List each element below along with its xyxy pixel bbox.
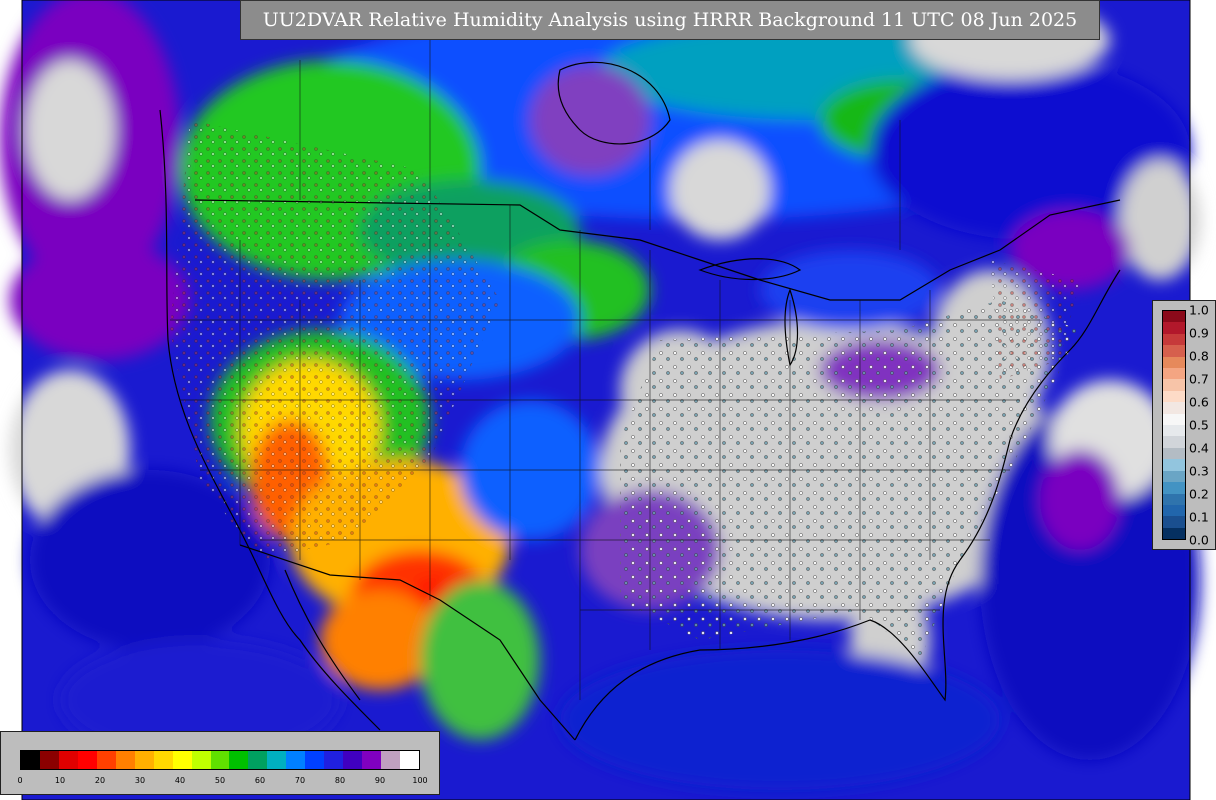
- rh-color-swatch: [324, 751, 344, 769]
- rh-color-swatch: [229, 751, 249, 769]
- rh-color-swatch: [191, 751, 211, 769]
- observation-tick-label: 1.0: [1189, 302, 1209, 318]
- observation-tick-label: 0.1: [1189, 509, 1209, 525]
- rh-color-swatch: [400, 751, 420, 769]
- map-canvas: [0, 0, 1216, 800]
- observation-tick-label: 0.0: [1189, 532, 1209, 548]
- observation-tick-label: 0.3: [1189, 463, 1209, 479]
- observation-color-swatch: [1163, 493, 1185, 505]
- rh-tick-label: 30: [134, 776, 146, 785]
- rh-color-swatch: [172, 751, 192, 769]
- observation-tick-label: 0.8: [1189, 348, 1209, 364]
- rh-color-swatch: [153, 751, 173, 769]
- observation-color-swatch: [1163, 470, 1185, 483]
- rh-color-swatch: [210, 751, 230, 769]
- observation-tick-label: 0.9: [1189, 325, 1209, 341]
- observation-color-swatch: [1163, 425, 1185, 437]
- observation-color-swatch: [1163, 527, 1185, 540]
- rh-color-swatch: [39, 751, 59, 769]
- rh-tick-label: 100: [412, 776, 428, 785]
- observation-colorbar-legend: 1.0 0.9 0.8 0.7 0.6 0.5 0.4 0.3 0.2 0.1 0.0: [1152, 300, 1216, 550]
- rh-analysis-map: [0, 0, 1216, 800]
- observation-color-swatch: [1163, 322, 1185, 334]
- rh-color-swatch: [343, 751, 363, 769]
- observation-color-swatch: [1163, 311, 1185, 323]
- observation-color-swatch: [1163, 459, 1185, 471]
- rh-color-swatch: [286, 751, 306, 769]
- observation-color-swatch: [1163, 368, 1185, 380]
- rh-color-swatch: [381, 751, 401, 769]
- observation-color-swatch: [1163, 504, 1185, 517]
- observation-color-swatch: [1163, 402, 1185, 414]
- rh-color-swatch: [305, 751, 325, 769]
- observation-tick-label: 0.4: [1189, 440, 1209, 456]
- rh-color-swatch: [77, 751, 97, 769]
- observation-tick-label: 0.5: [1189, 417, 1209, 433]
- relative-humidity-colorbar: [20, 750, 420, 770]
- observation-color-swatch: [1163, 333, 1185, 346]
- rh-tick-label: 70: [294, 776, 306, 785]
- observation-color-swatch: [1163, 345, 1185, 357]
- rh-color-swatch: [267, 751, 287, 769]
- rh-color-swatch: [21, 751, 40, 769]
- relative-humidity-legend: 0 10 20 30 40 50 60 70 80 90 100: [0, 731, 440, 795]
- rh-tick-label: 10: [54, 776, 66, 785]
- observation-tick-label: 0.2: [1189, 486, 1209, 502]
- observation-color-swatch: [1163, 516, 1185, 528]
- rh-color-swatch: [115, 751, 135, 769]
- observation-color-swatch: [1163, 436, 1185, 448]
- rh-color-swatch: [58, 751, 78, 769]
- rh-tick-label: 90: [374, 776, 386, 785]
- observation-tick-label: 0.6: [1189, 394, 1209, 410]
- map-title: UU2DVAR Relative Humidity Analysis using…: [240, 0, 1100, 40]
- rh-tick-label: 80: [334, 776, 346, 785]
- rh-color-swatch: [362, 751, 382, 769]
- rh-tick-label: 20: [94, 776, 106, 785]
- rh-tick-label: 40: [174, 776, 186, 785]
- rh-color-swatch: [134, 751, 154, 769]
- observation-color-swatch: [1163, 379, 1185, 391]
- observation-colorbar: [1162, 310, 1186, 540]
- observation-color-swatch: [1163, 413, 1185, 426]
- observation-color-swatch: [1163, 390, 1185, 403]
- rh-color-swatch: [248, 751, 268, 769]
- observation-color-swatch: [1163, 447, 1185, 460]
- rh-tick-label: 0: [17, 776, 23, 785]
- rh-tick-label: 60: [254, 776, 266, 785]
- observation-color-swatch: [1163, 482, 1185, 494]
- observation-color-swatch: [1163, 356, 1185, 369]
- observation-tick-label: 0.7: [1189, 371, 1209, 387]
- rh-tick-label: 50: [214, 776, 226, 785]
- rh-color-swatch: [96, 751, 116, 769]
